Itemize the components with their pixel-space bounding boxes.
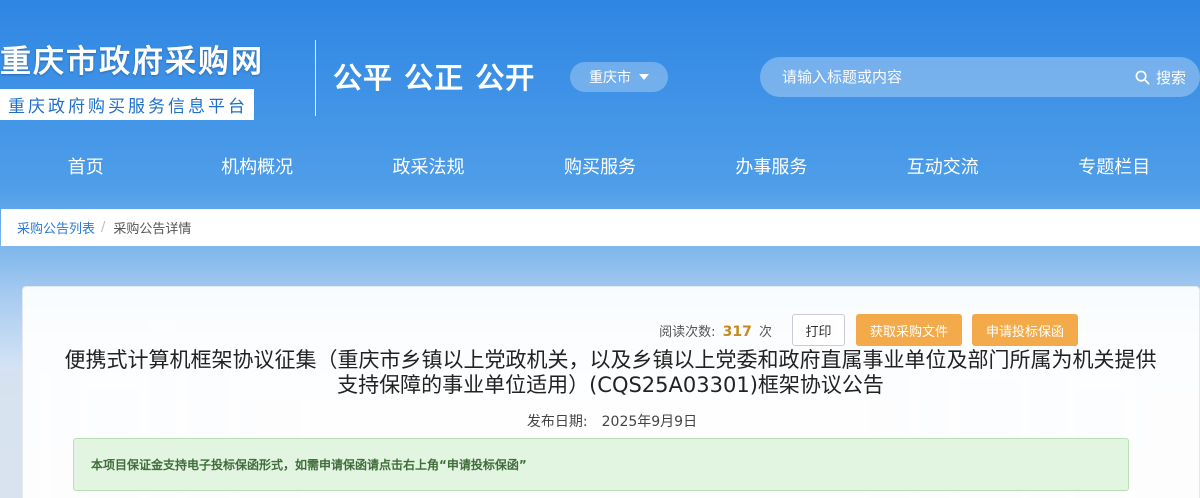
nav-item-interaction[interactable]: 互动交流	[858, 153, 1028, 179]
print-button[interactable]: 打印	[792, 314, 845, 346]
nav-item-organization[interactable]: 机构概况	[172, 153, 342, 179]
nav-item-special-topics[interactable]: 专题栏目	[1029, 153, 1199, 179]
read-count-unit: 次	[758, 324, 772, 340]
main-nav: 首页 机构概况 政采法规 购买服务 办事服务 互动交流 专题栏目	[0, 143, 1200, 189]
breadcrumb-link-announcement-list[interactable]: 采购公告列表	[17, 218, 95, 237]
get-procurement-docs-button[interactable]: 获取采购文件	[856, 314, 962, 346]
nav-item-home[interactable]: 首页	[1, 153, 171, 179]
breadcrumb: 采购公告列表 / 采购公告详情	[1, 209, 1200, 246]
search-icon	[1135, 70, 1150, 84]
site-slogan: 公平 公正 公开	[333, 61, 536, 95]
read-count: 阅读次数: 317 次	[659, 321, 772, 340]
read-count-value: 317	[722, 323, 752, 340]
nav-item-purchase-services[interactable]: 购买服务	[515, 153, 685, 179]
site-subtitle: 重庆政府购买服务信息平台	[0, 89, 254, 120]
publish-date-label: 发布日期:	[526, 414, 588, 430]
read-count-label: 阅读次数:	[659, 324, 716, 340]
search-button[interactable]: 搜索	[1135, 67, 1200, 88]
header-divider	[315, 40, 316, 116]
apply-bid-guarantee-button[interactable]: 申请投标保函	[972, 314, 1078, 346]
site-header: 重庆市政府采购网 重庆政府购买服务信息平台 公平 公正 公开 重庆市 搜索	[0, 0, 1200, 130]
site-title: 重庆市政府采购网	[0, 44, 264, 80]
region-selected-label: 重庆市	[589, 70, 631, 86]
nav-item-regulations[interactable]: 政采法规	[344, 153, 514, 179]
article-toolbar: 阅读次数: 317 次 打印 获取采购文件 申请投标保函	[659, 314, 1078, 346]
breadcrumb-separator: /	[101, 220, 106, 235]
search-bar: 搜索	[760, 57, 1200, 97]
nav-item-office-services[interactable]: 办事服务	[686, 153, 856, 179]
article-title: 便携式计算机框架协议征集（重庆市乡镇以上党政机关，以及乡镇以上党委和政府直属事业…	[64, 348, 1157, 397]
site-logo[interactable]: 重庆市政府采购网 重庆政府购买服务信息平台	[0, 36, 264, 120]
announcement-card: 阅读次数: 317 次 打印 获取采购文件 申请投标保函 便携式计算机框架协议征…	[22, 286, 1200, 498]
guarantee-notice: 本项目保证金支持电子投标保函形式，如需申请保函请点击右上角“申请投标保函”	[73, 438, 1129, 491]
search-input[interactable]	[760, 57, 1135, 97]
breadcrumb-current: 采购公告详情	[113, 222, 192, 237]
region-selector[interactable]: 重庆市	[570, 62, 668, 92]
caret-down-icon	[639, 74, 649, 80]
search-button-label: 搜索	[1155, 68, 1186, 87]
publish-date-value: 2025年9月9日	[601, 414, 698, 430]
publish-date: 发布日期: 2025年9月9日	[23, 411, 1200, 431]
